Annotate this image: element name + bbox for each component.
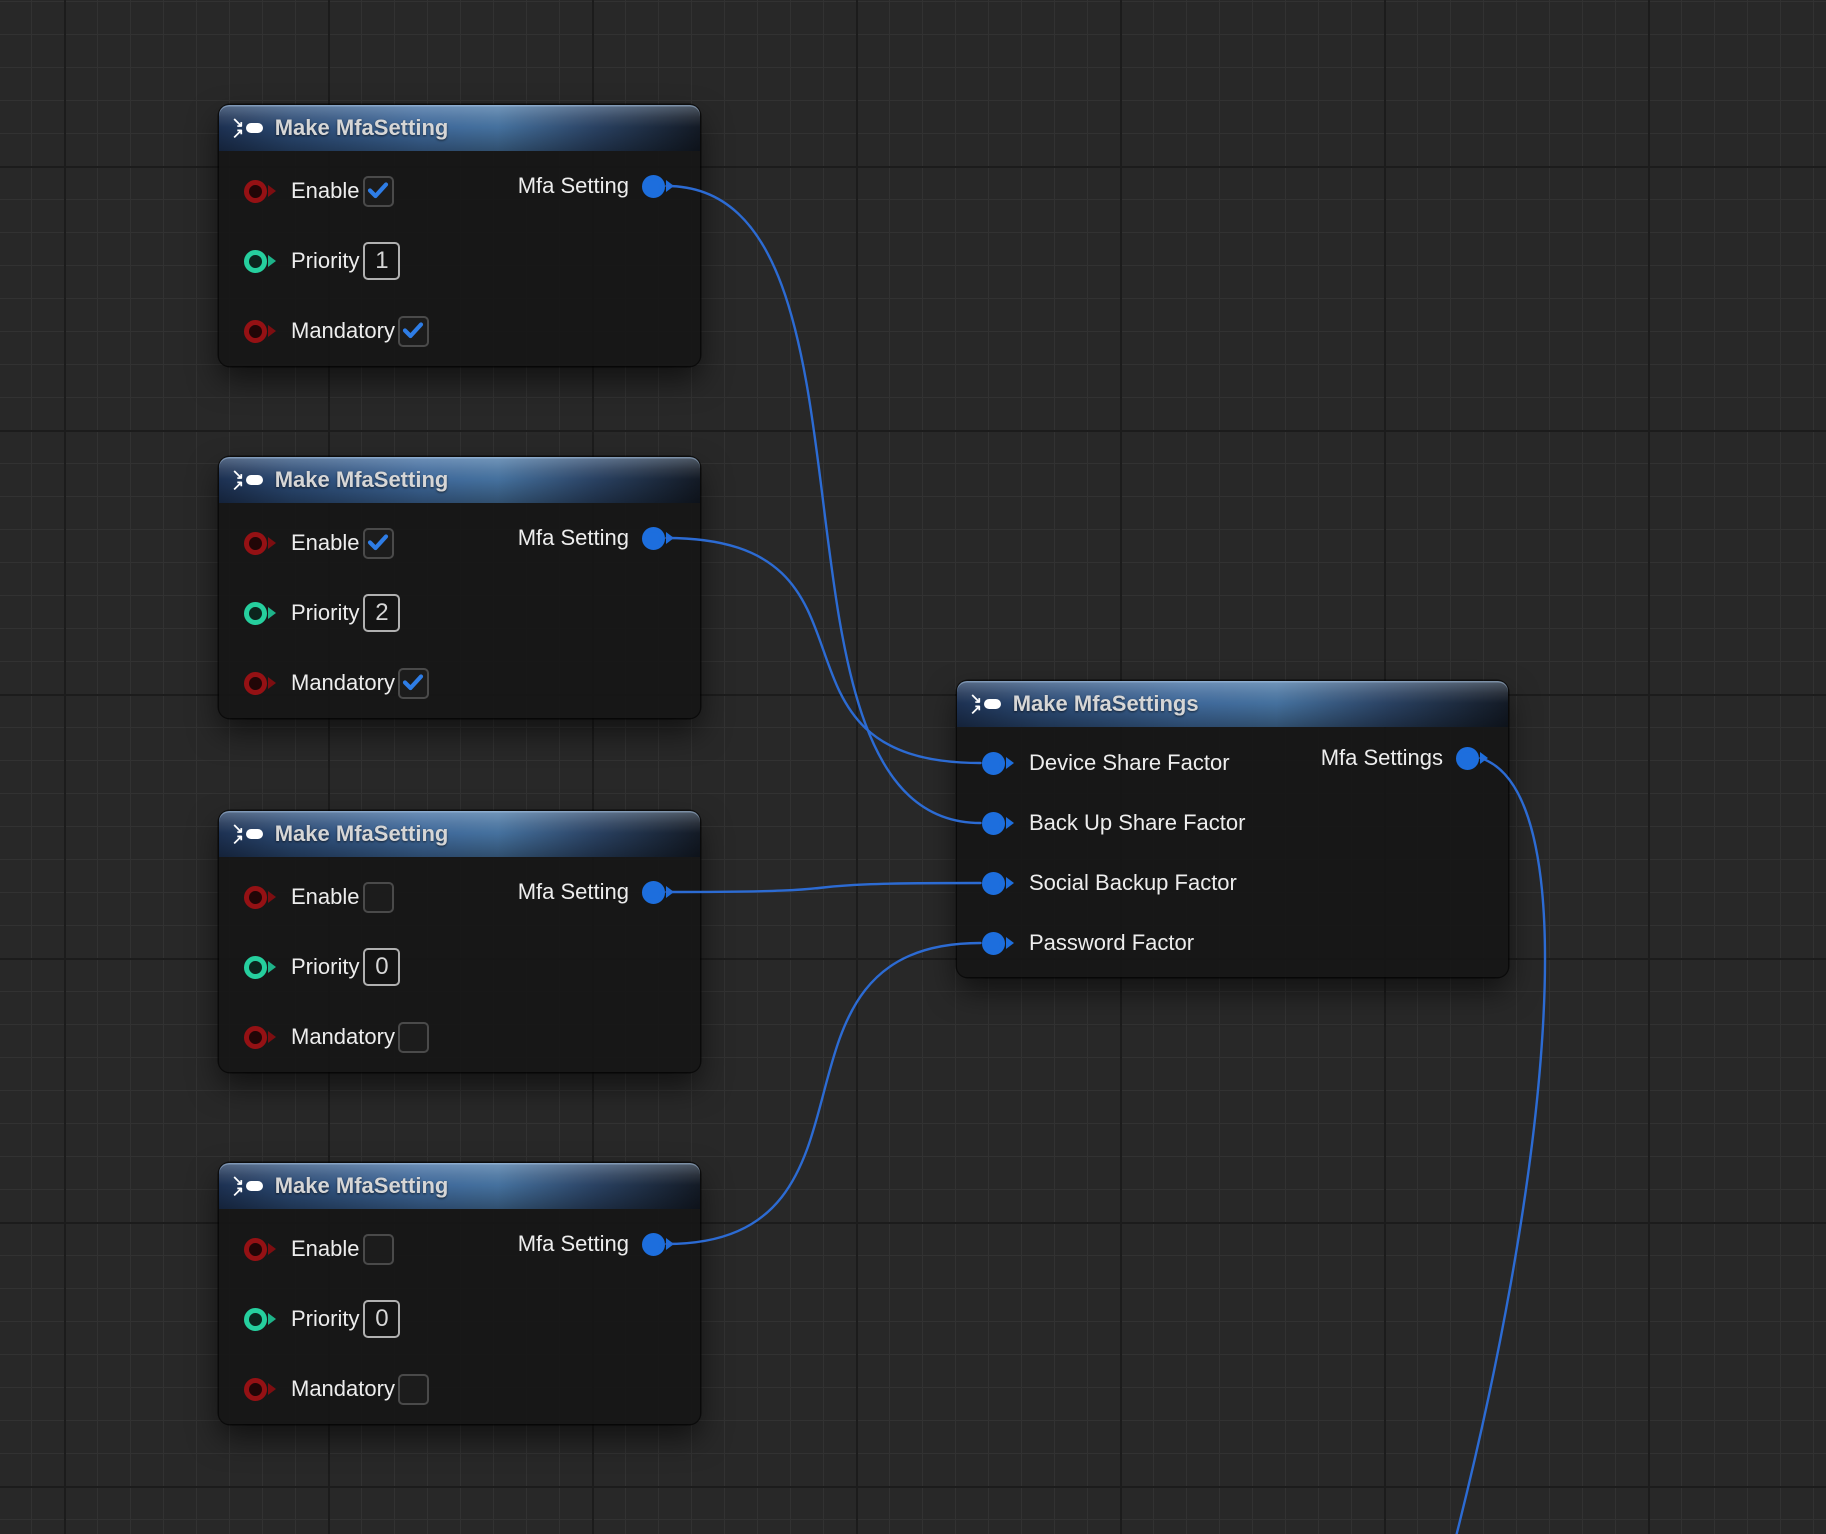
node-title: Make MfaSetting <box>275 821 449 847</box>
pin-row-mandatory: Mandatory <box>219 1354 700 1424</box>
pin-label: Device Share Factor <box>1029 750 1230 776</box>
node-title: Make MfaSetting <box>275 115 449 141</box>
node-header[interactable]: ↘↗ Make MfaSetting <box>219 105 700 151</box>
priority-value-field[interactable]: 0 <box>363 1300 400 1338</box>
node-make-mfasetting-3[interactable]: ↘↗ Make MfaSetting Enable Priority 0 Man… <box>219 811 700 1072</box>
struct-input-pin[interactable] <box>982 752 1014 775</box>
pin-label: Password Factor <box>1029 930 1194 956</box>
make-struct-icon: ↘↗ <box>232 823 263 845</box>
bool-input-pin[interactable] <box>244 320 276 343</box>
struct-input-pin[interactable] <box>982 932 1014 955</box>
node-title: Make MfaSetting <box>275 467 449 493</box>
int-input-pin[interactable] <box>244 956 276 979</box>
pin-row-social-backup-factor: Social Backup Factor <box>957 853 1508 913</box>
pin-label: Priority <box>291 954 359 980</box>
pin-row-priority: Priority 2 <box>219 578 700 648</box>
int-input-pin[interactable] <box>244 1308 276 1331</box>
pin-row-output: Mfa Setting <box>518 151 674 221</box>
pin-label: Mandatory <box>291 1024 395 1050</box>
pin-row-mandatory: Mandatory <box>219 296 700 366</box>
mandatory-checkbox[interactable] <box>398 1022 429 1053</box>
make-struct-icon: ↘↗ <box>232 469 263 491</box>
pin-row-priority: Priority 0 <box>219 1284 700 1354</box>
pin-row-priority: Priority 0 <box>219 932 700 1002</box>
bool-input-pin[interactable] <box>244 1026 276 1049</box>
pin-label: Priority <box>291 248 359 274</box>
bool-input-pin[interactable] <box>244 180 276 203</box>
struct-output-pin[interactable] <box>642 527 674 550</box>
bool-input-pin[interactable] <box>244 532 276 555</box>
pin-label: Mandatory <box>291 670 395 696</box>
enable-checkbox[interactable] <box>363 1234 394 1265</box>
pin-label: Mfa Settings <box>1321 745 1443 771</box>
node-header[interactable]: ↘↗ Make MfaSetting <box>219 811 700 857</box>
struct-input-pin[interactable] <box>982 872 1014 895</box>
pin-row-password-factor: Password Factor <box>957 913 1508 973</box>
pin-label: Mandatory <box>291 1376 395 1402</box>
pin-row-output: Mfa Setting <box>518 503 674 573</box>
priority-value-field[interactable]: 1 <box>363 242 400 280</box>
blueprint-graph-canvas[interactable]: ↘↗ Make MfaSetting Enable Priority 1 Man… <box>0 0 1826 1534</box>
pin-label: Back Up Share Factor <box>1029 810 1245 836</box>
pin-row-mandatory: Mandatory <box>219 648 700 718</box>
enable-checkbox[interactable] <box>363 882 394 913</box>
pin-label: Mfa Setting <box>518 525 629 551</box>
pin-label: Enable <box>291 178 360 204</box>
node-header[interactable]: ↘↗ Make MfaSettings <box>957 681 1508 727</box>
struct-output-pin[interactable] <box>642 881 674 904</box>
bool-input-pin[interactable] <box>244 672 276 695</box>
struct-output-pin[interactable] <box>642 1233 674 1256</box>
enable-checkbox[interactable] <box>363 528 394 559</box>
pin-row-output: Mfa Setting <box>518 857 674 927</box>
pin-row-output: Mfa Setting <box>518 1209 674 1279</box>
int-input-pin[interactable] <box>244 602 276 625</box>
make-struct-icon: ↘↗ <box>970 693 1001 715</box>
priority-value-field[interactable]: 2 <box>363 594 400 632</box>
pin-label: Priority <box>291 600 359 626</box>
bool-input-pin[interactable] <box>244 886 276 909</box>
pin-label: Mandatory <box>291 318 395 344</box>
make-struct-icon: ↘↗ <box>232 117 263 139</box>
struct-output-pin[interactable] <box>1456 747 1488 770</box>
bool-input-pin[interactable] <box>244 1238 276 1261</box>
node-header[interactable]: ↘↗ Make MfaSetting <box>219 457 700 503</box>
pin-label: Mfa Setting <box>518 879 629 905</box>
pin-label: Enable <box>291 530 360 556</box>
pin-row-back-up-share-factor: Back Up Share Factor <box>957 793 1508 853</box>
node-make-mfasetting-1[interactable]: ↘↗ Make MfaSetting Enable Priority 1 Man… <box>219 105 700 366</box>
node-title: Make MfaSetting <box>275 1173 449 1199</box>
node-header[interactable]: ↘↗ Make MfaSetting <box>219 1163 700 1209</box>
bool-input-pin[interactable] <box>244 1378 276 1401</box>
pin-row-mandatory: Mandatory <box>219 1002 700 1072</box>
struct-input-pin[interactable] <box>982 812 1014 835</box>
node-make-mfasetting-4[interactable]: ↘↗ Make MfaSetting Enable Priority 0 Man… <box>219 1163 700 1424</box>
pin-label: Enable <box>291 884 360 910</box>
node-title: Make MfaSettings <box>1013 691 1199 717</box>
mandatory-checkbox[interactable] <box>398 316 429 347</box>
pin-row-priority: Priority 1 <box>219 226 700 296</box>
pin-label: Enable <box>291 1236 360 1262</box>
mandatory-checkbox[interactable] <box>398 668 429 699</box>
pin-label: Mfa Setting <box>518 1231 629 1257</box>
pin-label: Mfa Setting <box>518 173 629 199</box>
pin-row-output: Mfa Settings <box>1321 727 1488 789</box>
priority-value-field[interactable]: 0 <box>363 948 400 986</box>
pin-label: Social Backup Factor <box>1029 870 1237 896</box>
node-make-mfasettings[interactable]: ↘↗ Make MfaSettings Device Share Factor … <box>957 681 1508 977</box>
int-input-pin[interactable] <box>244 250 276 273</box>
make-struct-icon: ↘↗ <box>232 1175 263 1197</box>
mandatory-checkbox[interactable] <box>398 1374 429 1405</box>
enable-checkbox[interactable] <box>363 176 394 207</box>
struct-output-pin[interactable] <box>642 175 674 198</box>
pin-label: Priority <box>291 1306 359 1332</box>
node-make-mfasetting-2[interactable]: ↘↗ Make MfaSetting Enable Priority 2 Man… <box>219 457 700 718</box>
